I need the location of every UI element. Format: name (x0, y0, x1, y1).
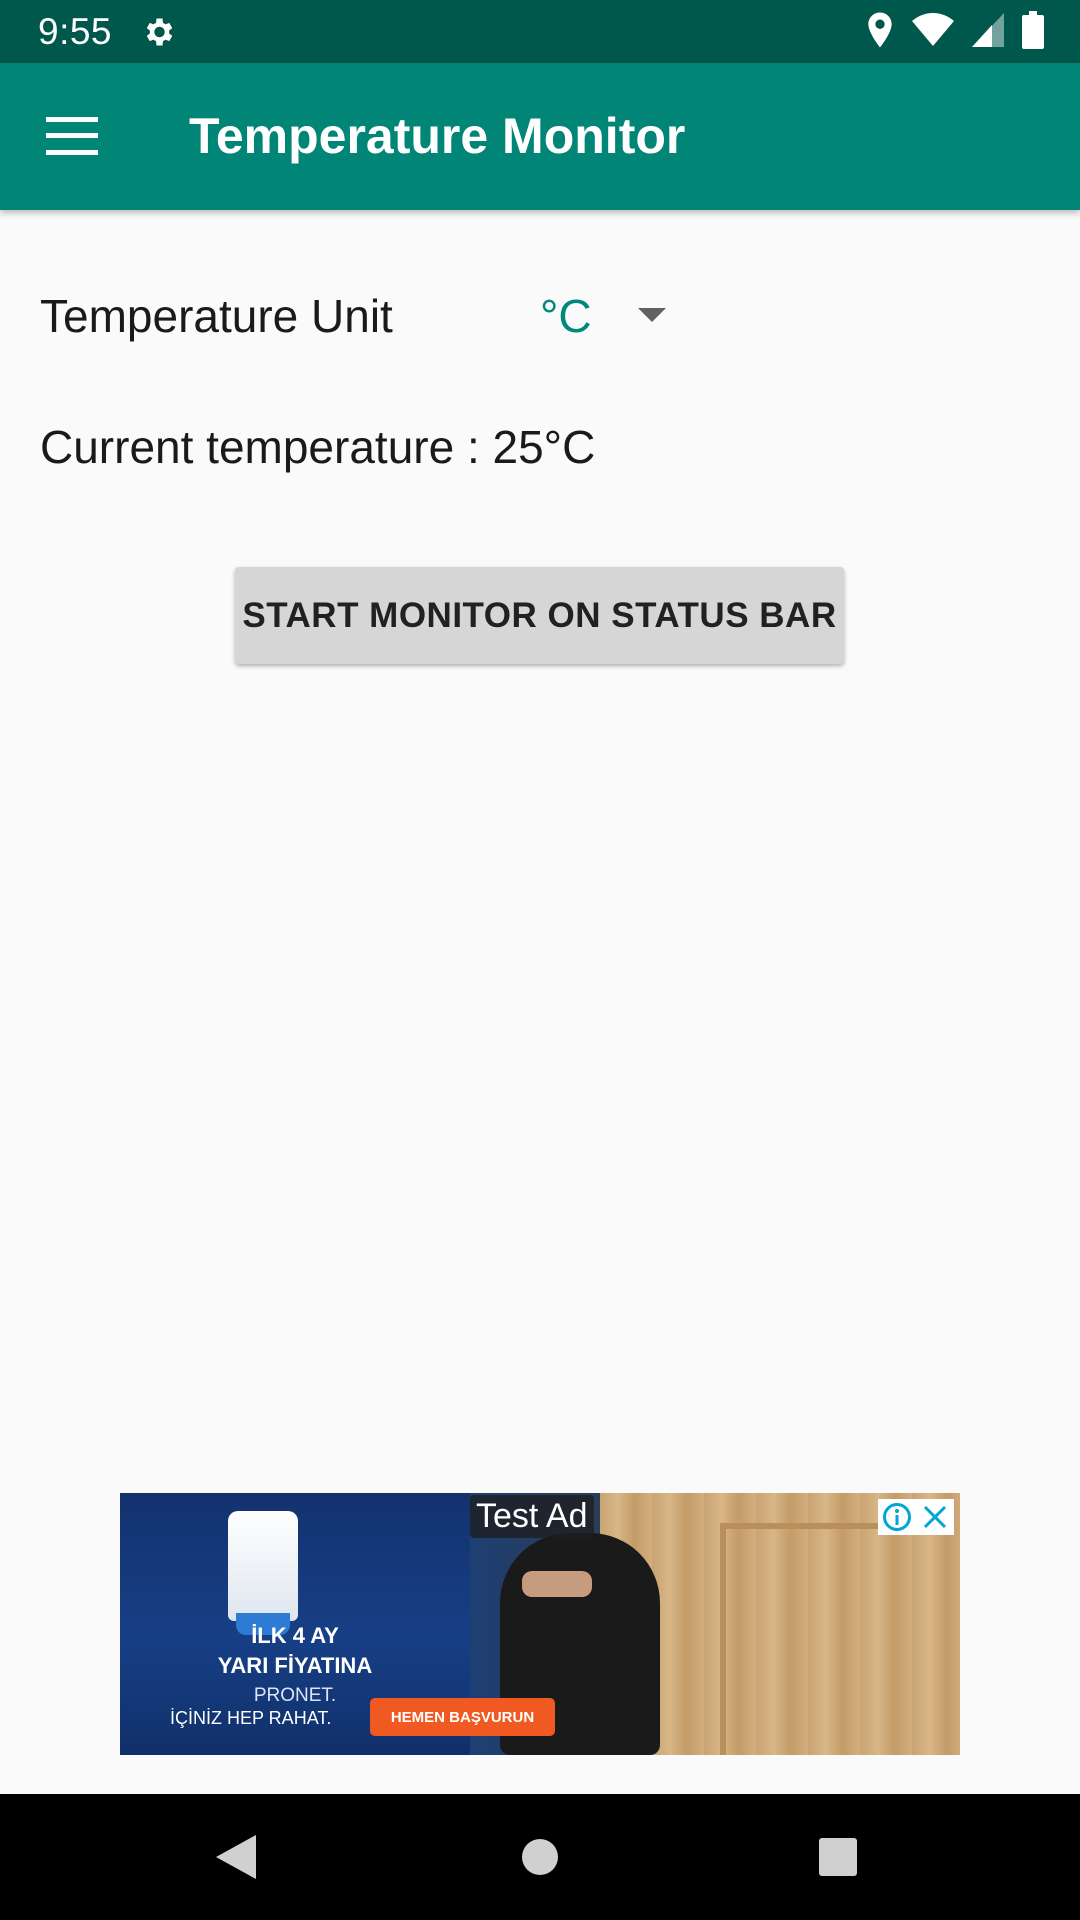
ad-info-icon[interactable] (878, 1499, 916, 1535)
back-icon[interactable] (200, 1821, 272, 1893)
home-icon[interactable] (504, 1821, 576, 1893)
battery-icon (1022, 10, 1044, 54)
wifi-icon (912, 12, 954, 52)
location-icon (866, 11, 894, 54)
ad-burglar-eyes (522, 1571, 592, 1597)
ad-label: Test Ad (470, 1495, 594, 1538)
settings-icon (140, 14, 176, 50)
dropdown-arrow-icon (638, 308, 666, 322)
app-title: Temperature Monitor (189, 108, 686, 164)
navigation-bar (0, 1794, 1080, 1920)
app-bar: Temperature Monitor (0, 63, 1080, 210)
menu-icon[interactable] (36, 105, 108, 167)
ad-cta-button[interactable]: HEMEN BAŞVURUN (370, 1698, 555, 1736)
ad-close-icon[interactable] (916, 1499, 954, 1535)
status-icons (866, 10, 1044, 54)
temperature-unit-label: Temperature Unit (40, 290, 393, 342)
ad-device-image (228, 1511, 298, 1621)
screen: 9:55 Temperature Monitor Temperature Uni… (0, 0, 1080, 1920)
ad-slogan: İÇİNİZ HEP RAHAT. (170, 1708, 332, 1728)
signal-icon (972, 12, 1004, 52)
ad-banner[interactable]: İLK 4 AY YARI FİYATINA PRONET. İÇİNİZ HE… (120, 1493, 960, 1755)
ad-headline-line1: İLK 4 AY (251, 1623, 339, 1648)
ad-door-frame (720, 1523, 936, 1755)
ad-headline-line2: YARI FİYATINA (217, 1653, 373, 1678)
status-time: 9:55 (38, 10, 113, 52)
temperature-unit-dropdown[interactable]: °C (520, 280, 690, 352)
status-bar: 9:55 (0, 0, 1080, 63)
recents-icon[interactable] (802, 1821, 874, 1893)
current-temperature-text: Current temperature : 25°C (40, 421, 596, 473)
ad-choices (878, 1499, 954, 1535)
temperature-unit-value: °C (540, 290, 592, 342)
start-monitor-button[interactable]: START MONITOR ON STATUS BAR (235, 567, 844, 664)
